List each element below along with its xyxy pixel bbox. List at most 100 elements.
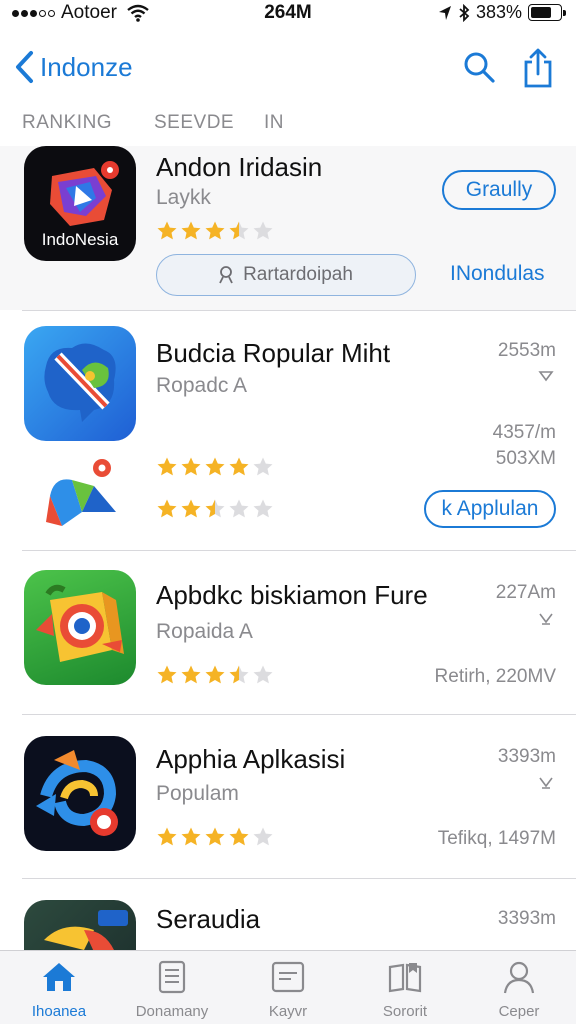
tabbar-documents[interactable]: Donamany <box>117 959 227 1020</box>
app-title: Apphia Aplkasisi <box>156 744 346 774</box>
chevron-down-icon[interactable] <box>538 370 554 382</box>
star-icon <box>253 827 273 846</box>
bluetooth-icon <box>459 3 470 22</box>
app-subtitle: Populam <box>156 782 239 805</box>
status-right: 383% <box>438 2 566 23</box>
star-icon <box>181 499 201 518</box>
battery-percent: 383% <box>475 2 522 22</box>
rating-stars <box>156 664 274 686</box>
star-icon <box>157 827 177 846</box>
search-small-icon <box>219 266 233 284</box>
tab-in[interactable]: IN <box>264 112 284 134</box>
row-divider <box>22 310 576 311</box>
get-button[interactable]: Graully <box>442 170 556 210</box>
row-divider <box>22 714 576 715</box>
app-action-button[interactable]: k Applulan <box>424 490 556 528</box>
app-icon-apphia[interactable] <box>24 736 136 851</box>
app-title: Seraudia <box>156 904 261 934</box>
star-icon <box>229 827 249 846</box>
rating-stars <box>156 826 274 848</box>
app-action-label: k Applulan <box>441 497 539 520</box>
row-divider <box>22 550 576 551</box>
star-icon <box>157 665 177 684</box>
star-icon <box>229 221 249 240</box>
app-meta: Tefikq, 1497M <box>437 828 556 849</box>
chevron-down-icon[interactable] <box>538 612 554 626</box>
rating-stars <box>156 220 274 242</box>
star-icon <box>229 499 249 518</box>
map-pin-icon <box>46 459 116 526</box>
app-icon-budcia[interactable] <box>24 326 136 441</box>
tab-seevde[interactable]: SEEVDE <box>154 112 264 134</box>
tabbar-label: Kayvr <box>268 1003 308 1020</box>
star-icon <box>157 499 177 518</box>
star-icon <box>253 665 273 684</box>
chevron-left-icon <box>16 51 33 83</box>
app-subtitle: Ropaida A <box>156 620 253 643</box>
app-meta: Retirh, 220MV <box>434 666 556 687</box>
more-link[interactable]: INondulas <box>450 262 545 286</box>
tabbar-label: Ihoanea <box>31 1003 87 1020</box>
star-icon <box>181 827 201 846</box>
star-icon <box>205 457 225 476</box>
star-icon <box>181 221 201 240</box>
app-subtitle: Ropadc A <box>156 374 248 397</box>
tabbar-sororit[interactable]: Sororit <box>350 959 460 1020</box>
document-icon <box>158 960 186 994</box>
star-icon <box>181 457 201 476</box>
star-icon <box>229 457 249 476</box>
rating-stars <box>156 498 274 520</box>
app-icon-apbdkc[interactable] <box>24 570 136 685</box>
app-row-4[interactable]: Apphia Aplkasisi Populam 3393m Tefikq, 1… <box>0 734 576 874</box>
app-title: Budcia Ropular Miht <box>156 338 391 368</box>
tab-ranking[interactable]: RANKING <box>22 112 154 134</box>
star-icon <box>205 499 225 518</box>
nav-bar: Indonze <box>0 40 576 100</box>
app-size: 227Am <box>495 582 556 603</box>
share-icon[interactable] <box>522 48 554 88</box>
get-button-label: Graully <box>465 178 533 201</box>
star-icon <box>229 665 249 684</box>
app-icon-indonesia[interactable]: IndoNesia <box>24 146 136 261</box>
app-icon-label: IndoNesia <box>41 230 119 249</box>
app-title: Apbdkc biskiamon Fure <box>156 580 428 610</box>
back-button[interactable]: Indonze <box>14 50 133 84</box>
app-row-3[interactable]: Apbdkc biskiamon Fure Ropaida A 227Am Re… <box>0 568 576 708</box>
battery-icon <box>528 4 566 21</box>
app-size: 2553m <box>497 340 556 361</box>
bottom-tab-bar: Ihoanea Donamany Kayvr Sororit Ceper <box>0 950 576 1024</box>
tabbar-label: Ceper <box>498 1003 540 1020</box>
app-size: 3393m <box>497 746 556 767</box>
tabbar-label: Sororit <box>382 1003 428 1020</box>
chevron-down-icon[interactable] <box>538 776 554 790</box>
back-label: Indonze <box>40 51 133 82</box>
person-icon <box>503 961 535 994</box>
tabbar-kayvr[interactable]: Kayvr <box>233 959 343 1020</box>
app-row-1[interactable]: IndoNesia Andon Iridasin Laykk Graully R… <box>0 146 576 310</box>
status-bar: Aotoer 264M 383% <box>0 0 576 28</box>
row-divider <box>22 878 576 879</box>
search-field-label: Rartardoipah <box>243 264 353 285</box>
rating-stars <box>156 456 274 478</box>
star-icon <box>205 827 225 846</box>
app-size: 3393m <box>497 908 556 929</box>
star-icon <box>205 665 225 684</box>
game-art-icon <box>44 910 128 950</box>
search-icon[interactable] <box>462 50 496 84</box>
app-row-2[interactable]: Budcia Ropular Miht Ropadc A 2553m 4357/… <box>0 324 576 548</box>
camera-character-icon <box>36 584 124 662</box>
search-field[interactable]: Rartardoipah <box>156 254 416 296</box>
star-icon <box>181 665 201 684</box>
star-icon <box>253 457 273 476</box>
app-subtitle: Laykk <box>156 186 211 209</box>
tabbar-profile[interactable]: Ceper <box>464 959 574 1020</box>
app-row-5[interactable]: Seraudia 3393m <box>0 898 576 950</box>
star-icon <box>253 221 273 240</box>
star-icon <box>157 221 177 240</box>
swirl-emblem-icon <box>36 750 118 836</box>
app-meta: 503XM <box>495 448 556 469</box>
tabbar-home[interactable]: Ihoanea <box>4 959 114 1020</box>
home-icon <box>43 963 75 991</box>
chat-map-icon <box>44 343 116 422</box>
app-icon-seraudia[interactable] <box>24 900 136 950</box>
